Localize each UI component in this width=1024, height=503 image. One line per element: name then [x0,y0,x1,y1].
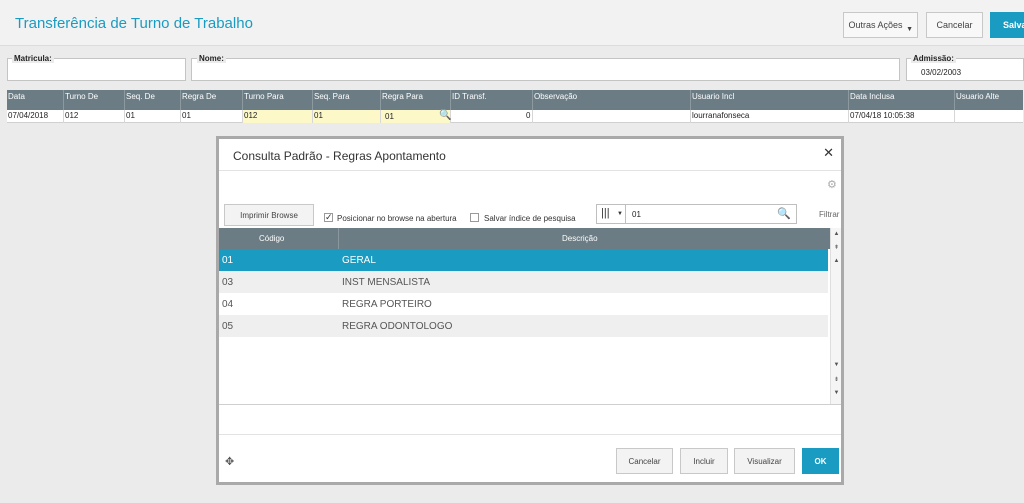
table-row[interactable]: 07/04/2018 012 01 01 012 01 01 🔍 0 lourr… [7,110,1023,123]
browse-header: Código Descrição [219,228,830,249]
close-icon[interactable]: ✕ [823,145,834,161]
cell-regra-de: 01 [182,111,191,120]
list-item[interactable]: 01 GERAL [219,249,828,271]
col-id-transf[interactable]: ID Transf. [452,92,487,101]
matricula-label: Matricula: [12,54,54,63]
scroll-page-down-icon[interactable]: ⇟ [831,376,842,383]
col-turno-de[interactable]: Turno De [65,92,98,101]
other-actions-label: Outras Ações [848,20,903,30]
move-icon[interactable]: ✥ [225,455,234,468]
cell-id-transf: 0 [526,111,531,120]
column-selector[interactable]: ||| ▼ [597,205,626,223]
cell-turno-de: 012 [65,111,79,120]
list-item[interactable]: 03 INST MENSALISTA [219,271,828,293]
grid-header: Data Turno De Seq. De Regra De Turno Par… [7,90,1023,110]
cell-turno-para: 012 [244,111,258,120]
admissao-value: 03/02/2003 [921,68,962,77]
col-data[interactable]: Data [8,92,25,101]
col-regra-para[interactable]: Regra Para [382,92,423,101]
include-button[interactable]: Incluir [680,448,728,474]
page-header: Transferência de Turno de Trabalho Outra… [0,0,1024,46]
lookup-search-icon[interactable]: 🔍 [439,110,451,121]
page-title: Transferência de Turno de Trabalho [15,15,253,32]
list-item[interactable]: 04 REGRA PORTEIRO [219,293,828,315]
row-descricao: GERAL [342,255,376,266]
cancel-button[interactable]: Cancelar [926,12,983,38]
browse-scrollbar[interactable]: ▲ ⇞ ▲ ▼ ⇟ ▼ [830,228,841,404]
scroll-up-icon[interactable]: ▲ [831,258,842,264]
nome-field[interactable] [191,58,900,81]
salvar-indice-checkbox[interactable] [470,213,479,222]
col-data-inclusa[interactable]: Data Inclusa [850,92,894,101]
search-box: ||| ▼ 01 🔍 [596,204,797,224]
admissao-label: Admissão: [911,54,956,63]
col-seq-de[interactable]: Seq. De [126,92,155,101]
row-codigo: 01 [222,255,234,266]
chevron-down-icon: ▼ [617,211,623,217]
ok-button[interactable]: OK [802,448,839,474]
row-descricao: INST MENSALISTA [342,277,430,288]
posicionar-checkbox[interactable]: ✓ [324,213,333,222]
row-descricao: REGRA PORTEIRO [342,299,432,310]
search-icon[interactable]: 🔍 [777,207,791,220]
cell-data: 07/04/2018 [8,111,49,120]
col-seq-para[interactable]: Seq. Para [314,92,350,101]
posicionar-label: Posicionar no browse na abertura [337,214,457,223]
col-observacao[interactable]: Observação [534,92,577,101]
scroll-top-icon[interactable]: ▲ [831,231,842,237]
save-button[interactable]: Salvar [990,12,1024,38]
row-descricao: REGRA ODONTOLOGO [342,321,453,332]
row-codigo: 03 [222,277,234,288]
list-item[interactable]: 05 REGRA ODONTOLOGO [219,315,828,337]
col-usuario-incl[interactable]: Usuario Incl [692,92,734,101]
cell-data-inclusa: 07/04/18 10:05:38 [850,111,915,120]
col-usuario-alte[interactable]: Usuario Alte [956,92,999,101]
col-codigo[interactable]: Código [259,234,284,243]
cell-usuario-incl: lourranafonseca [692,111,750,120]
row-codigo: 04 [222,299,234,310]
cell-seq-para: 01 [314,111,323,120]
filter-link[interactable]: Filtrar [819,210,839,219]
dialog-cancel-button[interactable]: Cancelar [616,448,673,474]
col-turno-para[interactable]: Turno Para [244,92,284,101]
caret-down-icon: ▼ [906,26,913,33]
view-button[interactable]: Visualizar [734,448,795,474]
row-codigo: 05 [222,321,234,332]
lookup-dialog: Consulta Padrão - Regras Apontamento ✕ ⚙… [216,136,844,485]
gear-icon[interactable]: ⚙ [827,178,837,191]
col-regra-de[interactable]: Regra De [182,92,216,101]
cell-seq-de: 01 [126,111,135,120]
scroll-bottom-icon[interactable]: ▼ [831,390,842,396]
dialog-title: Consulta Padrão - Regras Apontamento [233,149,446,163]
search-input[interactable]: 01 [632,210,641,219]
salvar-indice-label: Salvar índice de pesquisa [484,214,576,223]
scroll-page-up-icon[interactable]: ⇞ [831,244,842,251]
col-descricao[interactable]: Descrição [562,234,598,243]
nome-label: Nome: [197,54,226,63]
cell-regra-para: 01 [385,112,394,121]
scroll-down-icon[interactable]: ▼ [831,362,842,368]
other-actions-button[interactable]: Outras Ações ▼ [843,12,918,38]
print-browse-button[interactable]: Imprimir Browse [224,204,314,226]
